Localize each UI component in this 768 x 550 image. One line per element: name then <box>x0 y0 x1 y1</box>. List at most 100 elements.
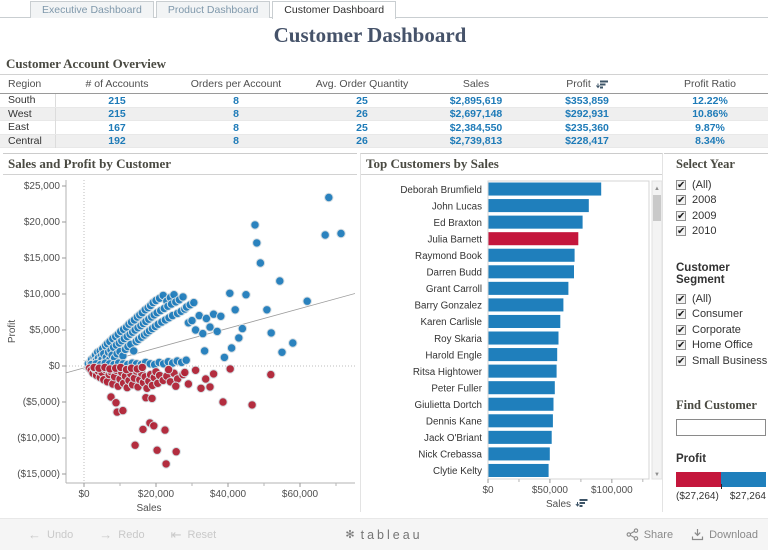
sales-bar[interactable] <box>489 431 552 444</box>
year-option-2010[interactable]: ✔2010 <box>676 224 768 240</box>
scrollbar-thumb[interactable] <box>653 195 661 221</box>
scatter-point[interactable] <box>200 347 208 355</box>
scatter-point[interactable] <box>206 383 214 391</box>
sales-bar[interactable] <box>489 183 602 196</box>
scatter-point[interactable] <box>321 231 329 239</box>
scatter-point[interactable] <box>172 448 180 456</box>
sales-bar[interactable] <box>489 365 557 378</box>
sort-descending-icon[interactable] <box>596 80 608 88</box>
sort-descending-icon[interactable] <box>576 499 588 507</box>
scatter-point[interactable] <box>148 394 156 402</box>
metric-value[interactable]: 215 <box>56 108 178 120</box>
region-label[interactable]: West <box>0 108 56 121</box>
scatter-point[interactable] <box>164 365 172 373</box>
year-option-2008[interactable]: ✔2008 <box>676 193 768 209</box>
scatter-point[interactable] <box>179 293 187 301</box>
metric-value[interactable]: $353,859 <box>522 95 652 107</box>
metric-value[interactable]: $2,895,619 <box>430 95 522 107</box>
scatter-point[interactable] <box>231 306 239 314</box>
overview-row-south[interactable]: South215825$2,895,619$353,85912.22% <box>0 94 768 108</box>
overview-row-west[interactable]: West215826$2,697,148$292,93110.86% <box>0 108 768 122</box>
checkbox-checked-icon[interactable]: ✔ <box>676 211 686 221</box>
scatter-point[interactable] <box>251 221 259 229</box>
tab-product-dashboard[interactable]: Product Dashboard <box>156 1 270 18</box>
region-label[interactable]: Central <box>0 135 56 148</box>
scatter-point[interactable] <box>337 229 345 237</box>
sales-bar[interactable] <box>489 249 575 262</box>
redo-button[interactable]: → Redo <box>99 527 144 543</box>
scatter-point[interactable] <box>199 329 207 337</box>
profit-color-legend[interactable] <box>676 472 766 487</box>
scatter-point[interactable] <box>253 239 261 247</box>
scatter-point[interactable] <box>289 339 297 347</box>
scatter-point[interactable] <box>263 306 271 314</box>
metric-value[interactable]: 8 <box>178 108 294 120</box>
overview-row-east[interactable]: East167825$2,384,550$235,3609.87% <box>0 121 768 135</box>
scatter-point[interactable] <box>150 422 158 430</box>
scatter-point[interactable] <box>267 370 275 378</box>
year-option-2009[interactable]: ✔2009 <box>676 208 768 224</box>
scatter-point[interactable] <box>276 277 284 285</box>
scatter-point[interactable] <box>227 344 235 352</box>
tableau-logo[interactable]: ✻ tableau <box>345 528 422 542</box>
checkbox-checked-icon[interactable]: ✔ <box>676 180 686 190</box>
bar-label[interactable]: Ritsa Hightower <box>413 367 483 378</box>
segment-option-corporate[interactable]: ✔Corporate <box>676 322 768 338</box>
bar-label[interactable]: Jack O'Briant <box>424 433 482 444</box>
bar-label[interactable]: Grant Carroll <box>426 284 482 295</box>
bar-label[interactable]: Barry Gonzalez <box>414 301 482 312</box>
metric-value[interactable]: $228,417 <box>522 135 652 147</box>
metric-value[interactable]: 10.86% <box>652 108 768 120</box>
sales-bar[interactable] <box>489 414 553 427</box>
scatter-point[interactable] <box>184 380 192 388</box>
metric-value[interactable]: 25 <box>294 122 430 134</box>
sales-bar[interactable] <box>489 282 569 295</box>
scatter-point[interactable] <box>226 289 234 297</box>
sales-bar[interactable] <box>489 315 561 328</box>
tab-executive-dashboard[interactable]: Executive Dashboard <box>30 1 154 18</box>
scatter-point[interactable] <box>256 259 264 267</box>
sales-bar[interactable] <box>489 447 550 460</box>
bar-label[interactable]: Harold Engle <box>425 350 482 361</box>
metric-value[interactable]: 9.87% <box>652 122 768 134</box>
scatter-point[interactable] <box>191 366 199 374</box>
sales-bar[interactable] <box>489 398 554 411</box>
metric-value[interactable]: $292,931 <box>522 108 652 120</box>
metric-value[interactable]: 192 <box>56 135 178 147</box>
metric-value[interactable]: 12.22% <box>652 95 768 107</box>
share-button[interactable]: Share <box>626 528 673 541</box>
reset-button[interactable]: ⇤ Reset <box>171 527 217 543</box>
scatter-point[interactable] <box>153 446 161 454</box>
scatter-point[interactable] <box>131 441 139 449</box>
scatter-point[interactable] <box>325 193 333 201</box>
scatter-point[interactable] <box>238 324 246 332</box>
scatter-point[interactable] <box>220 353 228 361</box>
bar-chart-scrollbar[interactable]: ▲▼ <box>652 181 662 479</box>
scatter-point[interactable] <box>161 426 169 434</box>
scatter-point[interactable] <box>112 399 120 407</box>
bar-label[interactable]: Peter Fuller <box>431 383 482 394</box>
scatter-point[interactable] <box>202 375 210 383</box>
scatter-point[interactable] <box>209 370 217 378</box>
sales-bar[interactable] <box>489 199 589 212</box>
metric-value[interactable]: 8.34% <box>652 135 768 147</box>
bar-label[interactable]: Roy Skaria <box>434 334 482 345</box>
scatter-point[interactable] <box>119 406 127 414</box>
bar-label[interactable]: John Lucas <box>432 201 482 212</box>
checkbox-checked-icon[interactable]: ✔ <box>676 356 686 366</box>
sales-bar[interactable] <box>489 232 579 245</box>
scatter-plot[interactable]: $25,000$20,000$15,000$10,000$5,000$0($5,… <box>3 175 355 513</box>
bar-label[interactable]: Nick Crebassa <box>418 450 482 461</box>
checkbox-checked-icon[interactable]: ✔ <box>676 226 686 236</box>
scatter-point[interactable] <box>162 460 170 468</box>
scatter-point[interactable] <box>235 334 243 342</box>
metric-value[interactable]: 25 <box>294 95 430 107</box>
bar-label[interactable]: Karen Carlisle <box>420 317 482 328</box>
sales-bar[interactable] <box>489 298 564 311</box>
scatter-point[interactable] <box>267 329 275 337</box>
scatter-point[interactable] <box>278 348 286 356</box>
metric-value[interactable]: 8 <box>178 95 294 107</box>
checkbox-checked-icon[interactable]: ✔ <box>676 309 686 319</box>
sales-bar[interactable] <box>489 216 583 229</box>
scatter-point[interactable] <box>242 291 250 299</box>
